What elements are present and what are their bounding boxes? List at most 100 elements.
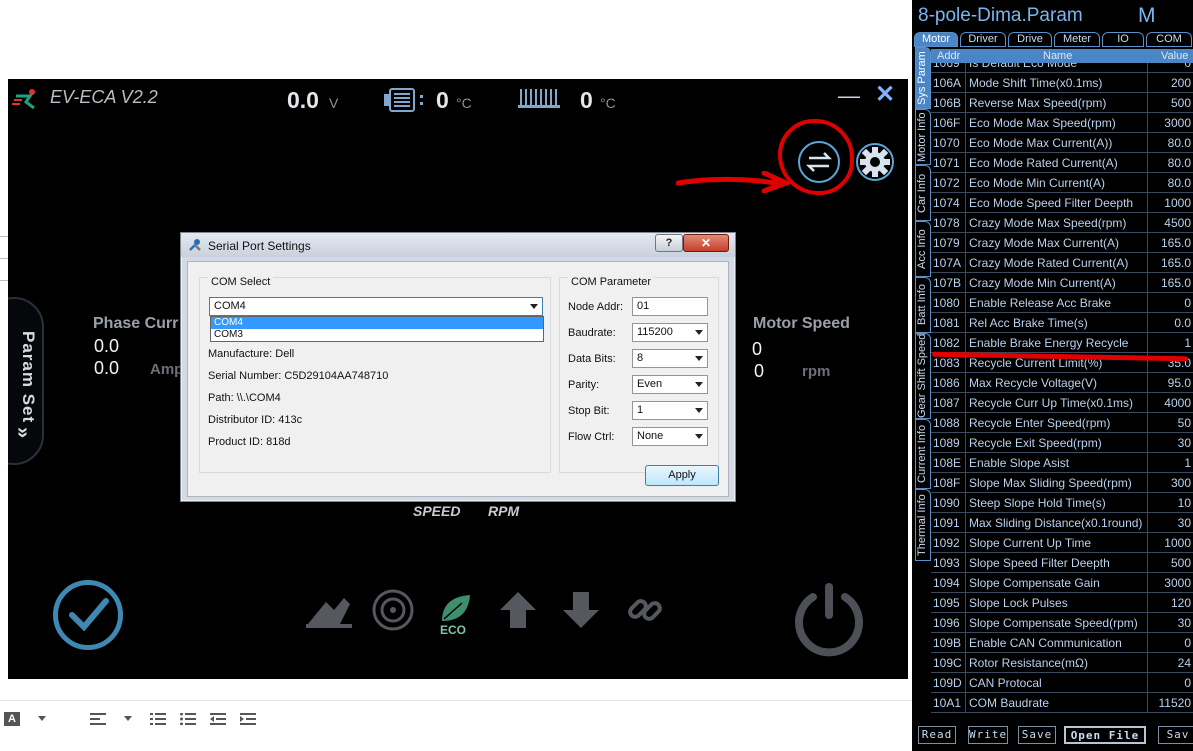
- row-value[interactable]: 1000: [1149, 196, 1191, 210]
- stop-bit-select[interactable]: 1: [632, 401, 708, 420]
- table-row[interactable]: 1069 Is Default Eco Mode 0: [931, 63, 1193, 73]
- table-row[interactable]: 107B Crazy Mode Min Current(A) 165.0: [931, 273, 1193, 293]
- row-value[interactable]: 10: [1149, 496, 1191, 510]
- table-row[interactable]: 1092 Slope Current Up Time 1000: [931, 533, 1193, 553]
- chevron-down-icon[interactable]: [30, 707, 54, 731]
- table-row[interactable]: 108E Enable Slope Asist 1: [931, 453, 1193, 473]
- row-value[interactable]: 80.0: [1149, 176, 1191, 190]
- flow-ctrl-select[interactable]: None: [632, 427, 708, 446]
- row-value[interactable]: 80.0: [1149, 136, 1191, 150]
- param-set-label[interactable]: Param Set: [18, 331, 38, 441]
- tab-drive[interactable]: Drive: [1008, 32, 1052, 47]
- side-tab-car-info[interactable]: Car Info: [915, 165, 931, 221]
- side-tab-current-info[interactable]: Current Info: [915, 419, 931, 489]
- row-value[interactable]: 4500: [1149, 216, 1191, 230]
- tab-meter[interactable]: Meter: [1054, 32, 1100, 47]
- brake-button[interactable]: [368, 587, 418, 633]
- save-as-button[interactable]: Sav: [1158, 726, 1193, 744]
- row-value[interactable]: 3000: [1149, 576, 1191, 590]
- gear-icon[interactable]: [854, 141, 896, 183]
- tab-motor[interactable]: Motor: [914, 32, 958, 47]
- row-value[interactable]: 165.0: [1149, 236, 1191, 250]
- gear-up-button[interactable]: [493, 587, 543, 633]
- row-value[interactable]: 3000: [1149, 116, 1191, 130]
- table-row[interactable]: 109B Enable CAN Communication 0: [931, 633, 1193, 653]
- table-row[interactable]: 1090 Steep Slope Hold Time(s) 10: [931, 493, 1193, 513]
- row-value[interactable]: 0: [1149, 63, 1191, 70]
- row-value[interactable]: 0: [1149, 676, 1191, 690]
- node-addr-input[interactable]: 01: [632, 297, 708, 316]
- tab-io[interactable]: IO: [1102, 32, 1144, 47]
- open-file-button[interactable]: Open File: [1064, 726, 1146, 744]
- table-row[interactable]: 1096 Slope Compensate Speed(rpm) 30: [931, 613, 1193, 633]
- side-tab-thermal-info[interactable]: Thermal Info: [915, 489, 931, 561]
- row-value[interactable]: 11520: [1149, 696, 1191, 710]
- side-tab-acc-info[interactable]: Acc Info: [915, 221, 931, 277]
- gear-down-button[interactable]: [556, 587, 606, 633]
- indent-button[interactable]: [236, 707, 260, 731]
- row-value[interactable]: 500: [1149, 96, 1191, 110]
- numbered-list-button[interactable]: [146, 707, 170, 731]
- minimize-button[interactable]: —: [838, 85, 860, 107]
- row-value[interactable]: 0.0: [1149, 316, 1191, 330]
- table-row[interactable]: 1074 Eco Mode Speed Filter Deepth 1000: [931, 193, 1193, 213]
- table-row[interactable]: 108F Slope Max Sliding Speed(rpm) 300: [931, 473, 1193, 493]
- table-row[interactable]: 1072 Eco Mode Min Current(A) 80.0: [931, 173, 1193, 193]
- row-value[interactable]: 0: [1149, 296, 1191, 310]
- font-color-button[interactable]: A: [0, 707, 24, 731]
- bullet-list-button[interactable]: [176, 707, 200, 731]
- table-row[interactable]: 106F Eco Mode Max Speed(rpm) 3000: [931, 113, 1193, 133]
- side-tab-sys-param[interactable]: Sys Param: [915, 47, 931, 109]
- parity-select[interactable]: Even: [632, 375, 708, 394]
- outdent-button[interactable]: [206, 707, 230, 731]
- table-row[interactable]: 1070 Eco Mode Max Current(A)) 80.0: [931, 133, 1193, 153]
- side-tab-motor-info[interactable]: Motor Info: [915, 109, 931, 165]
- chevron-right-icon[interactable]: »: [11, 427, 34, 438]
- baudrate-select[interactable]: 115200: [632, 323, 708, 342]
- table-row[interactable]: 109D CAN Protocal 0: [931, 673, 1193, 693]
- row-value[interactable]: 80.0: [1149, 156, 1191, 170]
- com-option[interactable]: COM3: [211, 329, 543, 341]
- table-row[interactable]: 10A1 COM Baudrate 11520: [931, 693, 1193, 713]
- table-row[interactable]: 1088 Recycle Enter Speed(rpm) 50: [931, 413, 1193, 433]
- help-button[interactable]: ?: [655, 234, 683, 252]
- side-tab-batt-info[interactable]: Batt Info: [915, 277, 931, 333]
- row-value[interactable]: 30: [1149, 516, 1191, 530]
- connect-button[interactable]: [620, 587, 670, 633]
- row-value[interactable]: 4000: [1149, 396, 1191, 410]
- read-button[interactable]: Read: [918, 726, 956, 744]
- row-value[interactable]: 200: [1149, 76, 1191, 90]
- row-value[interactable]: 50: [1149, 416, 1191, 430]
- dialog-close-button[interactable]: ✕: [683, 234, 729, 252]
- row-value[interactable]: 30: [1149, 436, 1191, 450]
- chevron-down-icon[interactable]: [116, 707, 140, 731]
- row-value[interactable]: 165.0: [1149, 256, 1191, 270]
- apply-button[interactable]: Apply: [645, 465, 719, 486]
- tab-driver[interactable]: Driver: [960, 32, 1006, 47]
- row-value[interactable]: 120: [1149, 596, 1191, 610]
- com-select-combo[interactable]: COM4: [209, 297, 543, 316]
- table-row[interactable]: 1086 Max Recycle Voltage(V) 95.0: [931, 373, 1193, 393]
- write-button[interactable]: Write: [968, 726, 1008, 744]
- table-row[interactable]: 1081 Rel Acc Brake Time(s) 0.0: [931, 313, 1193, 333]
- table-row[interactable]: 109C Rotor Resistance(mΩ) 24: [931, 653, 1193, 673]
- row-value[interactable]: 95.0: [1149, 376, 1191, 390]
- row-value[interactable]: 0: [1149, 636, 1191, 650]
- table-row[interactable]: 1094 Slope Compensate Gain 3000: [931, 573, 1193, 593]
- row-value[interactable]: 30: [1149, 616, 1191, 630]
- row-value[interactable]: 24: [1149, 656, 1191, 670]
- table-row[interactable]: 106B Reverse Max Speed(rpm) 500: [931, 93, 1193, 113]
- row-value[interactable]: 1: [1149, 456, 1191, 470]
- table-row[interactable]: 1082 Enable Brake Energy Recycle 1: [931, 333, 1193, 353]
- table-row[interactable]: 1080 Enable Release Acc Brake 0: [931, 293, 1193, 313]
- row-value[interactable]: 500: [1149, 556, 1191, 570]
- data-bits-select[interactable]: 8: [632, 349, 708, 368]
- table-row[interactable]: 1091 Max Sliding Distance(x0.1round) 30: [931, 513, 1193, 533]
- table-row[interactable]: 107A Crazy Mode Rated Current(A) 165.0: [931, 253, 1193, 273]
- row-value[interactable]: 1000: [1149, 536, 1191, 550]
- align-left-button[interactable]: [86, 707, 110, 731]
- table-row[interactable]: 106A Mode Shift Time(x0.1ms) 200: [931, 73, 1193, 93]
- close-button[interactable]: ✕: [874, 83, 896, 107]
- save-button[interactable]: Save: [1018, 726, 1056, 744]
- table-row[interactable]: 1093 Slope Speed Filter Deepth 500: [931, 553, 1193, 573]
